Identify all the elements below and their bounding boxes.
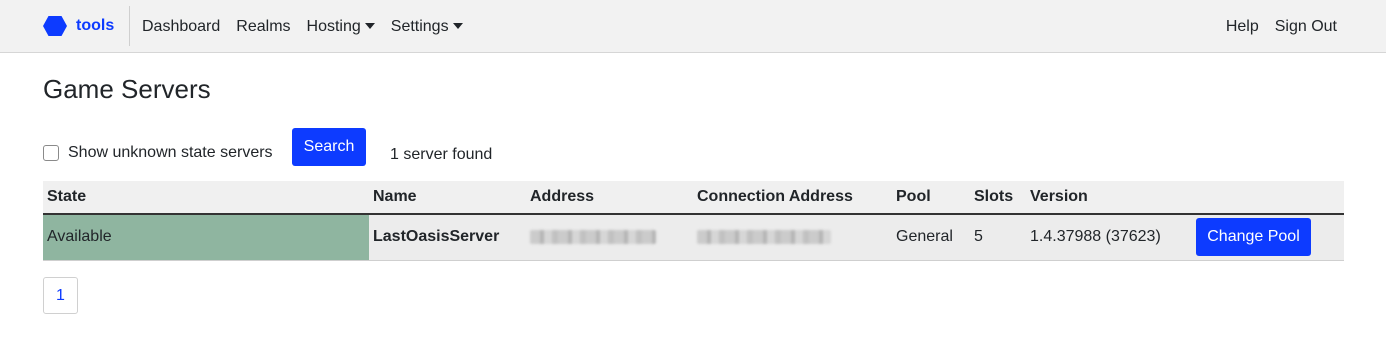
column-header-pool: Pool (892, 181, 970, 215)
column-header-slots: Slots (970, 181, 1026, 215)
nav-dropdown-settings-label: Settings (390, 17, 449, 35)
page-title: Game Servers (43, 74, 211, 104)
table-row: Available LastOasisServer General 5 1.4.… (43, 214, 1344, 261)
table-header-row: State Name Address Connection Address Po… (43, 181, 1344, 215)
column-header-state: State (43, 181, 369, 215)
caret-down-icon (364, 22, 375, 29)
column-header-name: Name (369, 181, 526, 215)
nav-link-dashboard[interactable]: Dashboard (142, 18, 220, 36)
nav-dropdown-hosting-label: Hosting (306, 17, 361, 35)
server-state: Available (43, 214, 369, 261)
caret-down-icon (452, 22, 463, 29)
column-header-connection-address: Connection Address (693, 181, 892, 215)
nav-dropdown-hosting[interactable]: Hosting (307, 18, 375, 36)
filter-row: Show unknown state servers Search 1 serv… (43, 128, 643, 168)
server-connection-address (693, 214, 892, 261)
server-address (526, 214, 693, 261)
nav-main-links: Dashboard Realms Hosting Settings (142, 0, 479, 53)
nav-link-help[interactable]: Help (1226, 18, 1259, 36)
server-actions: Change Pool (1192, 214, 1344, 261)
server-version: 1.4.37988 (37623) (1026, 214, 1192, 261)
search-button[interactable]: Search (292, 128, 366, 166)
server-name: LastOasisServer (369, 214, 526, 261)
nav-dropdown-settings[interactable]: Settings (391, 18, 463, 36)
column-header-version: Version (1026, 181, 1192, 215)
server-pool: General (892, 214, 970, 261)
hexagon-logo-icon (43, 16, 67, 36)
pagination-page-1[interactable]: 1 (43, 277, 78, 314)
redacted-address (530, 230, 656, 245)
show-unknown-toggle[interactable]: Show unknown state servers (43, 144, 273, 162)
nav-divider (129, 6, 130, 46)
servers-table: State Name Address Connection Address Po… (43, 181, 1344, 261)
column-header-address: Address (526, 181, 693, 215)
show-unknown-label: Show unknown state servers (68, 144, 273, 161)
server-slots: 5 (970, 214, 1026, 261)
brand-name: tools (76, 17, 115, 34)
nav-link-realms[interactable]: Realms (236, 18, 290, 36)
show-unknown-checkbox[interactable] (43, 145, 59, 161)
top-navbar: tools Dashboard Realms Hosting Settings … (0, 0, 1386, 53)
nav-user-links: Help Sign Out (1226, 0, 1337, 53)
change-pool-button[interactable]: Change Pool (1196, 218, 1311, 257)
result-count: 1 server found (390, 146, 493, 163)
nav-link-sign-out[interactable]: Sign Out (1275, 18, 1337, 36)
column-header-actions (1192, 181, 1344, 215)
redacted-connection-address (697, 230, 831, 245)
brand-link[interactable]: tools (42, 14, 114, 38)
